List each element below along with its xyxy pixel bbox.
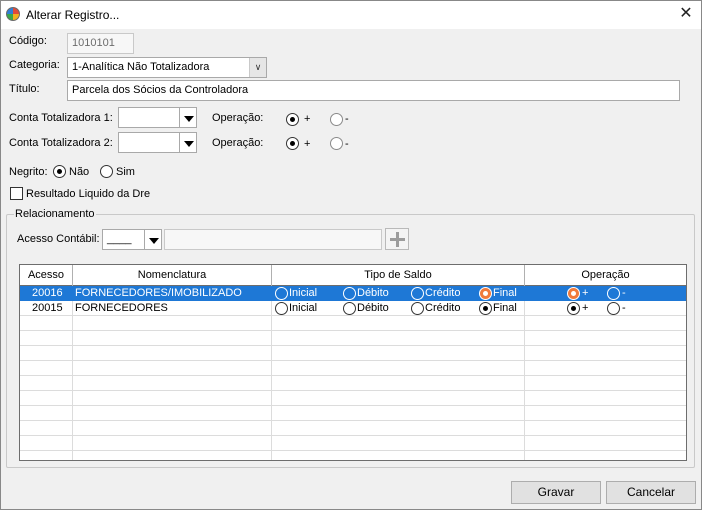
operacao1-plus-radio[interactable]	[286, 113, 299, 126]
empty-row	[20, 376, 686, 391]
saldo-credito-radio[interactable]	[411, 302, 424, 315]
operacao-plus-label: +	[582, 287, 589, 299]
saldo-credito-label: Crédito	[425, 287, 461, 299]
operacao2-minus-label: -	[345, 138, 349, 150]
col-header-nomenclatura[interactable]: Nomenclatura	[73, 265, 272, 286]
titulo-label: Título:	[9, 83, 40, 95]
operacao-minus-label: -	[622, 302, 626, 314]
negrito-label: Negrito:	[9, 166, 48, 178]
operacao-minus-label: -	[622, 287, 626, 299]
negrito-sim-label: Sim	[116, 166, 135, 178]
saldo-credito-label: Crédito	[425, 302, 461, 314]
categoria-value: 1-Analítica Não Totalizadora	[72, 61, 210, 73]
categoria-label: Categoria:	[9, 59, 60, 71]
window-title: Alterar Registro...	[26, 8, 120, 22]
negrito-sim-radio[interactable]	[100, 165, 113, 178]
row-nomenclatura: FORNECEDORES/IMOBILIZADO	[75, 287, 242, 299]
operacao-plus-label: +	[582, 302, 589, 314]
col-header-tipo-saldo[interactable]: Tipo de Saldo	[272, 265, 525, 286]
operacao2-minus-radio[interactable]	[330, 137, 343, 150]
gravar-button[interactable]: Gravar	[511, 481, 601, 504]
resultado-checkbox[interactable]	[10, 187, 23, 200]
relacionamento-grid: Acesso Nomenclatura Tipo de Saldo Operaç…	[19, 264, 687, 461]
empty-row	[20, 391, 686, 406]
add-icon[interactable]	[385, 228, 409, 250]
table-row[interactable]: 20015 FORNECEDORES Inicial Débito Crédit…	[20, 301, 686, 316]
saldo-inicial-radio[interactable]	[275, 302, 288, 315]
operacao1-minus-radio[interactable]	[330, 113, 343, 126]
acesso-description-field	[164, 229, 382, 250]
operacao2-label: Operação:	[212, 137, 264, 149]
empty-row	[20, 316, 686, 331]
col-header-operacao[interactable]: Operação	[525, 265, 686, 286]
saldo-final-radio[interactable]	[479, 287, 492, 300]
titulo-input[interactable]: Parcela dos Sócios da Controladora	[67, 80, 680, 101]
operacao-plus-radio[interactable]	[567, 302, 580, 315]
title-bar: Alterar Registro... ✕	[1, 1, 701, 29]
empty-row	[20, 436, 686, 451]
app-logo-icon	[6, 7, 20, 21]
saldo-final-radio[interactable]	[479, 302, 492, 315]
empty-row	[20, 406, 686, 421]
operacao-minus-radio[interactable]	[607, 302, 620, 315]
acesso-dropdown-icon[interactable]	[144, 229, 162, 250]
empty-row	[20, 421, 686, 436]
table-row[interactable]: 20016 FORNECEDORES/IMOBILIZADO Inicial D…	[20, 286, 686, 301]
empty-row	[20, 346, 686, 361]
conta1-label: Conta Totalizadora 1:	[9, 112, 113, 124]
saldo-credito-radio[interactable]	[411, 287, 424, 300]
saldo-inicial-radio[interactable]	[275, 287, 288, 300]
operacao1-plus-label: +	[304, 113, 311, 125]
empty-row	[20, 331, 686, 346]
cancelar-label: Cancelar	[626, 485, 676, 499]
saldo-final-label: Final	[493, 302, 517, 314]
negrito-nao-label: Não	[69, 166, 90, 178]
saldo-debito-label: Débito	[357, 287, 389, 299]
operacao2-plus-label: +	[304, 138, 311, 150]
grid-header: Acesso Nomenclatura Tipo de Saldo Operaç…	[20, 265, 686, 286]
codigo-field: 1010101	[67, 33, 134, 54]
resultado-label: Resultado Liquido da Dre	[26, 188, 151, 200]
conta1-dropdown-icon[interactable]	[179, 107, 197, 128]
conta2-input[interactable]	[118, 132, 180, 153]
gravar-label: Gravar	[537, 485, 575, 499]
categoria-select[interactable]: 1-Analítica Não Totalizadora	[67, 57, 267, 78]
operacao-minus-radio[interactable]	[607, 287, 620, 300]
row-nomenclatura: FORNECEDORES	[75, 302, 168, 314]
saldo-debito-radio[interactable]	[343, 287, 356, 300]
conta2-label: Conta Totalizadora 2:	[9, 137, 113, 149]
row-acesso: 20016	[32, 287, 63, 299]
saldo-debito-radio[interactable]	[343, 302, 356, 315]
row-acesso: 20015	[32, 302, 63, 314]
negrito-nao-radio[interactable]	[53, 165, 66, 178]
codigo-label: Código:	[9, 35, 47, 47]
saldo-debito-label: Débito	[357, 302, 389, 314]
acesso-label: Acesso Contábil:	[17, 233, 100, 245]
cancelar-button[interactable]: Cancelar	[606, 481, 696, 504]
close-icon[interactable]: ✕	[673, 3, 699, 25]
dialog-window: Alterar Registro... ✕ Código: 1010101 Ca…	[0, 0, 702, 510]
operacao2-plus-radio[interactable]	[286, 137, 299, 150]
saldo-inicial-label: Inicial	[289, 287, 318, 299]
operacao-plus-radio[interactable]	[567, 287, 580, 300]
saldo-final-label: Final	[493, 287, 517, 299]
operacao1-label: Operação:	[212, 112, 264, 124]
chevron-down-icon[interactable]: ∨	[249, 58, 266, 77]
saldo-inicial-label: Inicial	[289, 302, 318, 314]
acesso-input[interactable]: ____	[102, 229, 145, 250]
conta1-input[interactable]	[118, 107, 180, 128]
conta2-dropdown-icon[interactable]	[179, 132, 197, 153]
relacionamento-title: Relacionamento	[14, 208, 96, 220]
empty-row	[20, 361, 686, 376]
operacao1-minus-label: -	[345, 113, 349, 125]
col-header-acesso[interactable]: Acesso	[20, 265, 73, 286]
